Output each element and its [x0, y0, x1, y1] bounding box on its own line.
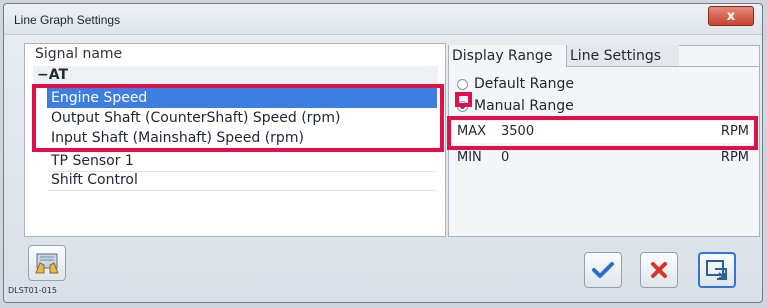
cross-icon: [651, 262, 667, 278]
hands-button[interactable]: [28, 245, 66, 281]
title-bar: Line Graph Settings x: [4, 4, 762, 35]
default-range-label: Default Range: [474, 76, 574, 92]
signal-item-label: Output Shaft (CounterShaft) Speed (rpm): [51, 110, 341, 126]
signal-item-output-shaft-speed[interactable]: Output Shaft (CounterShaft) Speed (rpm): [47, 108, 437, 128]
manual-range-option[interactable]: Manual Range: [457, 96, 574, 116]
cancel-button[interactable]: [640, 252, 678, 288]
tab-display-range[interactable]: Display Range: [449, 45, 567, 67]
signal-item-engine-speed[interactable]: Engine Speed: [47, 88, 437, 108]
signal-group-at[interactable]: −AT: [33, 66, 438, 86]
signal-item-label: Input Shaft (Mainshaft) Speed (rpm): [51, 130, 304, 146]
checkmark-icon: [592, 262, 614, 278]
signal-item-tp-sensor-1[interactable]: TP Sensor 1: [47, 151, 437, 171]
window-title: Line Graph Settings: [14, 13, 121, 27]
tab-label: Display Range: [452, 48, 553, 64]
signal-name-header: Signal name: [35, 46, 123, 62]
range-settings-panel: Display Range Line Settings Default Rang…: [448, 45, 760, 237]
collapse-icon[interactable]: −: [37, 67, 49, 83]
manual-range-label: Manual Range: [474, 98, 574, 114]
row-divider: [47, 190, 437, 191]
signal-list-panel: Signal name −AT Engine Speed Output Shaf…: [24, 43, 446, 237]
min-range-row[interactable]: MIN 0 RPM: [451, 147, 753, 169]
max-value-input[interactable]: 3500: [501, 121, 534, 143]
close-icon: x: [726, 8, 736, 24]
screen-code: DLST01-015: [8, 286, 57, 295]
ok-button[interactable]: [584, 252, 622, 288]
close-button[interactable]: x: [708, 6, 754, 26]
line-graph-settings-dialog: Line Graph Settings x Signal name −AT En…: [3, 3, 763, 303]
signal-item-input-shaft-speed[interactable]: Input Shaft (Mainshaft) Speed (rpm): [47, 128, 437, 148]
signal-item-shift-control[interactable]: Shift Control: [47, 170, 437, 190]
min-label: MIN: [457, 150, 482, 165]
signal-item-label: Engine Speed: [51, 90, 148, 106]
apply-button[interactable]: [698, 252, 736, 288]
default-range-option[interactable]: Default Range: [457, 74, 574, 94]
tab-line-settings[interactable]: Line Settings: [567, 45, 679, 67]
signal-item-label: TP Sensor 1: [51, 153, 134, 169]
max-label: MAX: [457, 124, 487, 139]
max-unit: RPM: [720, 124, 749, 139]
apply-icon: [706, 260, 727, 280]
group-name: AT: [48, 67, 69, 83]
radio-button[interactable]: [457, 78, 468, 90]
tab-border: [679, 66, 759, 67]
tab-label: Line Settings: [570, 48, 662, 64]
signal-item-label: Shift Control: [51, 172, 138, 188]
min-unit: RPM: [720, 150, 749, 165]
max-range-row[interactable]: MAX 3500 RPM: [451, 121, 753, 143]
group-label: −AT: [37, 67, 68, 83]
radio-button-checked[interactable]: [457, 100, 468, 112]
hands-icon: [35, 253, 59, 274]
min-value-input[interactable]: 0: [501, 147, 509, 169]
